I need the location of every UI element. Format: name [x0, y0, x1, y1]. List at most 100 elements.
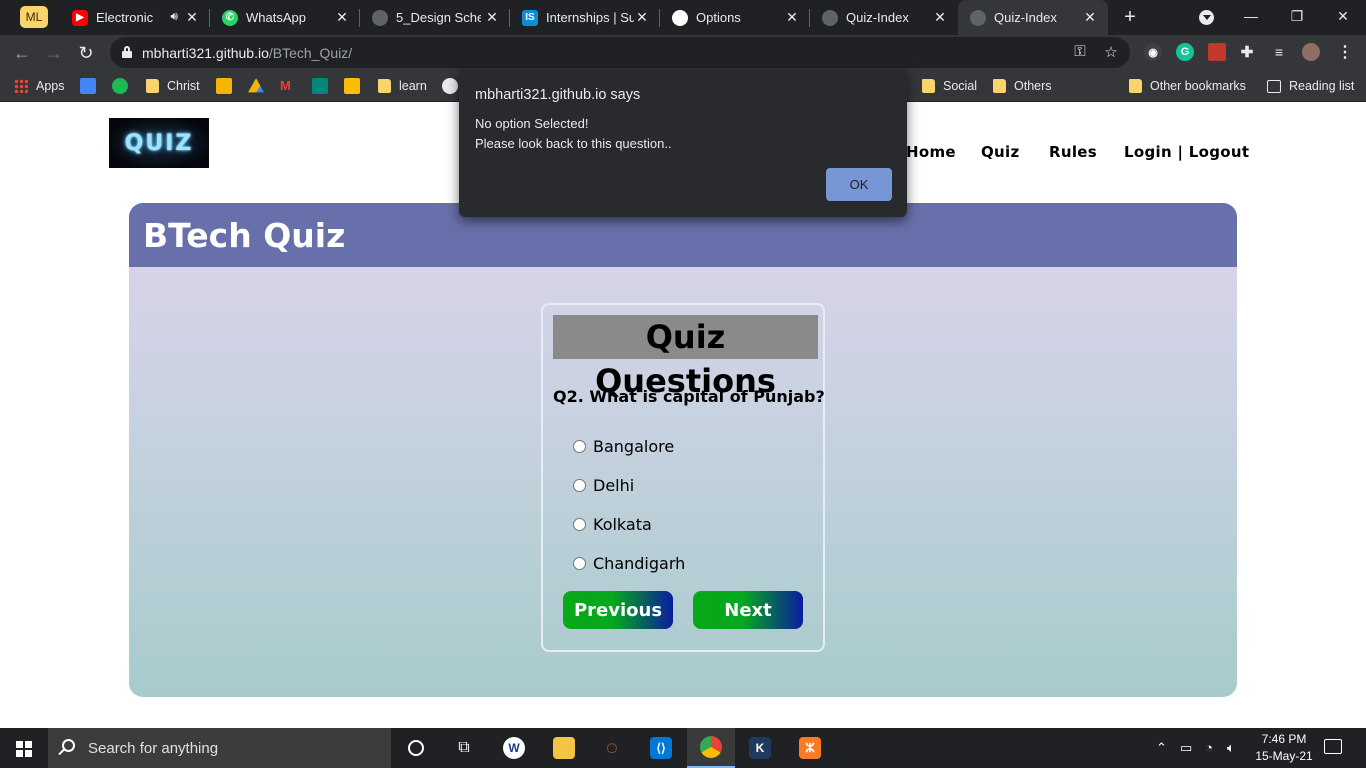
nav-rules-link[interactable]: Rules: [1049, 143, 1097, 161]
reload-icon[interactable]: ↻: [74, 41, 98, 65]
nav-home-link[interactable]: Home: [906, 143, 956, 161]
tab-whatsapp[interactable]: ✆ WhatsApp ✕: [210, 0, 360, 35]
next-button[interactable]: Next: [693, 591, 803, 629]
bookmark-meet[interactable]: [312, 70, 336, 102]
bookmark-gmail[interactable]: M: [280, 70, 304, 102]
new-tab-icon[interactable]: +: [1118, 4, 1142, 30]
vscode-icon[interactable]: ⟨⟩: [637, 728, 685, 768]
volume-icon[interactable]: 🔈︎: [1227, 740, 1235, 756]
close-tab-icon[interactable]: ✕: [334, 9, 350, 26]
tab-options[interactable]: Options ✕: [660, 0, 810, 35]
task-view-icon[interactable]: ⧉: [440, 728, 488, 768]
battery-icon[interactable]: ▭: [1180, 740, 1192, 756]
media-queue-icon[interactable]: ≡: [1270, 43, 1288, 61]
google-drive-icon: [248, 78, 264, 93]
radio-button[interactable]: [573, 557, 586, 570]
clock-date: 15-May-21: [1255, 749, 1313, 763]
page-title: BTech Quiz: [143, 216, 346, 255]
tab-electronic[interactable]: ▶ Electronic Ba 🔊︎ ✕: [60, 0, 210, 35]
extension-red-icon[interactable]: [1208, 43, 1226, 61]
close-tab-icon[interactable]: ✕: [932, 9, 948, 26]
restore-icon[interactable]: ❐: [1274, 0, 1320, 32]
taskbar: Search for anything ⧉ W ◌ ⟨⟩ K ⵣ ⌃ ▭ ◔ 🔈…: [0, 728, 1366, 768]
close-window-icon[interactable]: ✕: [1320, 0, 1366, 32]
notification-center-icon[interactable]: [1324, 739, 1342, 754]
bookmark-drive[interactable]: [248, 70, 272, 102]
tab-search-icon[interactable]: [1199, 10, 1214, 25]
chrome-icon[interactable]: [687, 728, 735, 768]
google-keep-icon: [344, 78, 360, 94]
bookmark-social[interactable]: Social: [922, 70, 977, 102]
wifi-icon[interactable]: ◔: [1205, 740, 1213, 755]
github-icon: [672, 9, 688, 26]
wordweb-icon[interactable]: W: [490, 728, 538, 768]
spotify-icon: [112, 78, 128, 94]
extension-incognito-icon[interactable]: ◉: [1144, 43, 1162, 61]
lock-icon[interactable]: [122, 46, 132, 58]
nav-quiz-link[interactable]: Quiz: [981, 143, 1020, 161]
radio-button[interactable]: [573, 518, 586, 531]
windows-start-icon[interactable]: [16, 741, 32, 757]
bookmark-star-icon[interactable]: ☆: [1101, 43, 1121, 61]
profile-badge[interactable]: ML: [20, 6, 48, 28]
ok-button[interactable]: OK: [826, 168, 892, 201]
bookmark-keep[interactable]: [344, 70, 368, 102]
key-icon[interactable]: ⚿: [1070, 43, 1090, 60]
bookmark-others[interactable]: Others: [993, 70, 1052, 102]
nav-login-logout-link[interactable]: Login | Logout: [1124, 143, 1249, 161]
close-tab-icon[interactable]: ✕: [784, 9, 800, 26]
menu-kebab-icon[interactable]: ⋮: [1336, 43, 1354, 61]
bookmark-christ[interactable]: Christ: [146, 70, 200, 102]
question-box: Quiz Questions Q2. What is capital of Pu…: [541, 303, 825, 652]
close-tab-icon[interactable]: ✕: [634, 9, 650, 26]
option-bangalore[interactable]: Bangalore: [573, 437, 674, 456]
taskbar-search[interactable]: Search for anything: [48, 728, 391, 768]
close-tab-icon[interactable]: ✕: [184, 9, 200, 26]
option-chandigarh[interactable]: Chandigarh: [573, 554, 685, 573]
tab-quiz-index[interactable]: Quiz-Index ✕: [810, 0, 958, 35]
radio-button[interactable]: [573, 440, 586, 453]
quiz-card: BTech Quiz Quiz Questions Q2. What is ca…: [129, 203, 1237, 697]
globe-icon: [970, 9, 986, 26]
capcut-icon[interactable]: K: [736, 728, 784, 768]
folder-icon: [922, 79, 935, 93]
url-text[interactable]: mbharti321.github.io/BTech_Quiz/: [142, 45, 352, 61]
radio-button[interactable]: [573, 479, 586, 492]
browser-tab-strip: ML ▶ Electronic Ba 🔊︎ ✕ ✆ WhatsApp ✕ 5_D…: [0, 0, 1366, 35]
speaker-icon[interactable]: 🔊︎: [170, 9, 178, 24]
option-delhi[interactable]: Delhi: [573, 476, 634, 495]
close-tab-icon[interactable]: ✕: [484, 9, 500, 26]
jupyter-icon[interactable]: ◌: [588, 728, 636, 768]
bookmark-learn[interactable]: learn: [378, 70, 427, 102]
folder-icon: [378, 79, 391, 93]
minimize-icon[interactable]: —: [1228, 0, 1274, 32]
bookmark-other-bookmarks[interactable]: Other bookmarks: [1129, 70, 1246, 102]
search-icon: [62, 739, 75, 752]
xampp-icon[interactable]: ⵣ: [786, 728, 834, 768]
tab-quiz-index-active[interactable]: Quiz-Index ✕: [958, 0, 1108, 35]
close-tab-icon[interactable]: ✕: [1082, 9, 1098, 26]
github-icon: [442, 78, 458, 94]
bookmark-google-classroom[interactable]: [80, 70, 104, 102]
clock[interactable]: 7:46 PM 15-May-21: [1248, 731, 1320, 765]
site-logo[interactable]: QUIZ: [109, 118, 209, 168]
file-explorer-icon[interactable]: [540, 728, 588, 768]
extensions-puzzle-icon[interactable]: ✚: [1238, 43, 1256, 61]
bookmark-apps[interactable]: Apps: [14, 70, 65, 102]
grammarly-icon[interactable]: G: [1176, 43, 1194, 61]
forward-icon[interactable]: →: [42, 41, 66, 65]
back-icon[interactable]: ←: [10, 41, 34, 65]
dialog-title: mbharti321.github.io says: [475, 87, 641, 103]
address-bar[interactable]: mbharti321.github.io/BTech_Quiz/ ⚿ ☆: [110, 37, 1130, 68]
browser-toolbar: ← → ↻ mbharti321.github.io/BTech_Quiz/ ⚿…: [0, 35, 1366, 70]
bookmark-classroom[interactable]: [216, 70, 240, 102]
cortana-icon[interactable]: [392, 728, 440, 768]
tab-internships[interactable]: IS Internships | Sur ✕: [510, 0, 660, 35]
reading-list[interactable]: Reading list: [1267, 70, 1354, 102]
tab-design-schedule[interactable]: 5_Design Schedu ✕: [360, 0, 510, 35]
previous-button[interactable]: Previous: [563, 591, 673, 629]
bookmark-spotify[interactable]: [112, 70, 136, 102]
avatar[interactable]: [1302, 43, 1320, 61]
show-hidden-icons[interactable]: ⌃: [1156, 740, 1167, 756]
option-kolkata[interactable]: Kolkata: [573, 515, 652, 534]
